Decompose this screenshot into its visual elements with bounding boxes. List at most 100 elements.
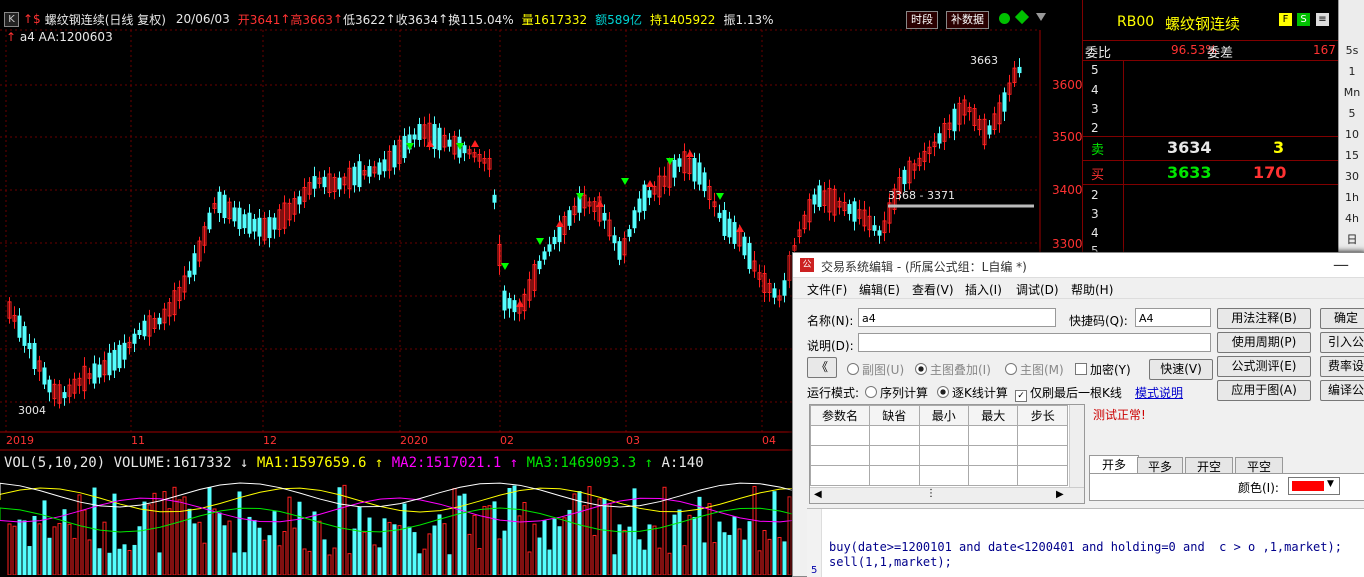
candle-body — [952, 108, 957, 132]
fill-data-button[interactable]: 补数据 — [946, 11, 989, 29]
period-usage-button[interactable]: 使用周期(P) — [1217, 332, 1311, 353]
period-mn[interactable]: Mn — [1339, 82, 1364, 103]
candle-body — [142, 320, 147, 337]
candle-body — [722, 210, 727, 236]
period-5s[interactable]: 5s — [1339, 40, 1364, 61]
radio-main-chart[interactable]: 主图(M) — [1005, 361, 1064, 378]
confirm-button[interactable]: 确定 — [1320, 308, 1364, 329]
color-select[interactable]: ▼ — [1288, 477, 1340, 495]
candle-body — [492, 194, 497, 203]
f-icon[interactable]: F — [1279, 13, 1292, 26]
table-row[interactable] — [809, 445, 1068, 466]
radio-sequence[interactable]: 序列计算 — [865, 384, 928, 401]
volume-bar — [357, 506, 362, 575]
fee-button[interactable]: 费率设 — [1320, 356, 1364, 377]
menu-debug[interactable]: 调试(D) — [1016, 281, 1059, 298]
import-button[interactable]: 引入公 — [1320, 332, 1364, 353]
menu-view[interactable]: 查看(V) — [912, 281, 954, 298]
table-row[interactable] — [809, 425, 1068, 446]
candle-body — [567, 210, 572, 226]
back-button[interactable]: 《 — [807, 357, 837, 378]
a-label: A:140 — [661, 455, 704, 471]
period-button[interactable]: 时段 — [906, 11, 938, 29]
buy-price: 3633 — [1167, 163, 1212, 182]
candle-body — [847, 204, 852, 214]
period-1[interactable]: 1 — [1339, 61, 1364, 82]
menu-help[interactable]: 帮助(H) — [1071, 281, 1113, 298]
menu-file[interactable]: 文件(F) — [807, 281, 847, 298]
candle-body — [817, 185, 822, 207]
candle-body — [717, 212, 722, 219]
radio-main-overlay[interactable]: 主图叠加(I) — [915, 361, 991, 378]
volume-bar — [552, 518, 557, 575]
price-tick-3600: 3600 — [1052, 78, 1083, 92]
param-hscrollbar[interactable]: ◀ ⋮ ▶ — [810, 487, 1084, 503]
name-input[interactable]: a4 — [858, 308, 1056, 327]
candle-body — [247, 212, 252, 234]
param-table[interactable]: 参数名 缺省 最小 最大 步长 ◀ ⋮ ▶ — [809, 404, 1085, 504]
up-arrow-icon: ↑ — [6, 30, 20, 44]
status-dot-icon[interactable] — [999, 13, 1010, 24]
last-bar-checkbox[interactable]: ✓ 仅刷最后一根K线 — [1015, 384, 1122, 402]
color-label: 颜色(I): — [1238, 481, 1279, 495]
diamond-icon[interactable] — [1014, 9, 1030, 25]
swap-icon[interactable]: ↑$ — [23, 12, 41, 26]
tab-open-long[interactable]: 开多 — [1089, 455, 1139, 474]
candle-body — [512, 300, 517, 313]
menu-insert[interactable]: 插入(I) — [965, 281, 1002, 298]
candle-body — [272, 217, 277, 230]
menu-icon[interactable]: ≡ — [1316, 13, 1329, 26]
sell-label: 卖 — [1091, 143, 1105, 158]
desc-label: 说明(D): — [807, 339, 854, 353]
buy-label: 买 — [1091, 168, 1105, 183]
minimize-icon[interactable]: — — [1333, 255, 1349, 274]
candle-body — [782, 280, 787, 296]
usage-notes-button[interactable]: 用法注释(B) — [1217, 308, 1311, 329]
trading-system-editor-dialog: 公 交易系统编辑 - (所属公式组：L自编 *) — 文件(F) 编辑(E) 查… — [792, 252, 1364, 577]
s-icon[interactable]: S — [1297, 13, 1310, 26]
hold: 持1405922 — [650, 12, 716, 27]
weicha-label: 委差 — [1207, 46, 1234, 61]
dropdown-triangle-icon[interactable] — [1036, 13, 1046, 21]
mode-help-link[interactable]: 模式说明 — [1135, 384, 1183, 401]
menu-edit[interactable]: 编辑(E) — [859, 281, 900, 298]
volume-bar — [612, 554, 617, 575]
period-4h[interactable]: 4h — [1339, 208, 1364, 229]
candle-body — [192, 253, 197, 275]
dialog-titlebar[interactable]: 公 交易系统编辑 - (所属公式组：L自编 *) — — [793, 253, 1364, 278]
volume-bar — [32, 515, 37, 575]
fast-button[interactable]: 快速(V) — [1149, 359, 1213, 380]
radio-per-bar[interactable]: 逐K线计算 — [937, 384, 1008, 401]
orderbook-panel: RB00 螺纹钢连续 F S ≡ 委比 96.53% 委差 167 5 4 3 … — [1082, 0, 1339, 260]
candle-body — [337, 177, 342, 190]
volume-bar — [702, 542, 707, 575]
param-vscrollbar[interactable] — [1069, 405, 1084, 487]
encrypt-checkbox[interactable]: 加密(Y) — [1075, 361, 1131, 378]
formula-test-button[interactable]: 公式测评(E) — [1217, 356, 1311, 377]
candle-body — [97, 364, 102, 378]
weibi-label: 委比 — [1085, 46, 1112, 61]
table-row[interactable] — [809, 465, 1068, 486]
radio-sub-chart[interactable]: 副图(U) — [847, 361, 904, 378]
period-15[interactable]: 15 — [1339, 145, 1364, 166]
candle-body — [812, 194, 817, 205]
period-10[interactable]: 10 — [1339, 124, 1364, 145]
period-30[interactable]: 30 — [1339, 166, 1364, 187]
volume-bar — [742, 539, 747, 575]
k-icon[interactable]: K — [4, 11, 19, 27]
apply-chart-button[interactable]: 应用于图(A) — [1217, 380, 1311, 401]
volume-bar — [727, 534, 732, 575]
period-5[interactable]: 5 — [1339, 103, 1364, 124]
desc-input[interactable] — [858, 333, 1211, 352]
code-editor[interactable]: 5 buy(date>=1200101 and date<1200401 and… — [807, 508, 1364, 577]
app-icon: 公 — [800, 258, 814, 272]
hotkey-input[interactable]: A4 — [1135, 308, 1211, 327]
candle-body — [357, 161, 362, 188]
volume-bar — [222, 525, 227, 575]
period-1h[interactable]: 1h — [1339, 187, 1364, 208]
ma3-label: MA3:1469093.3 — [526, 455, 637, 471]
period-day[interactable]: 日 — [1339, 229, 1364, 250]
volume-bar — [322, 539, 327, 575]
volume-bar — [122, 544, 127, 575]
compile-button[interactable]: 编译公 — [1320, 380, 1364, 401]
